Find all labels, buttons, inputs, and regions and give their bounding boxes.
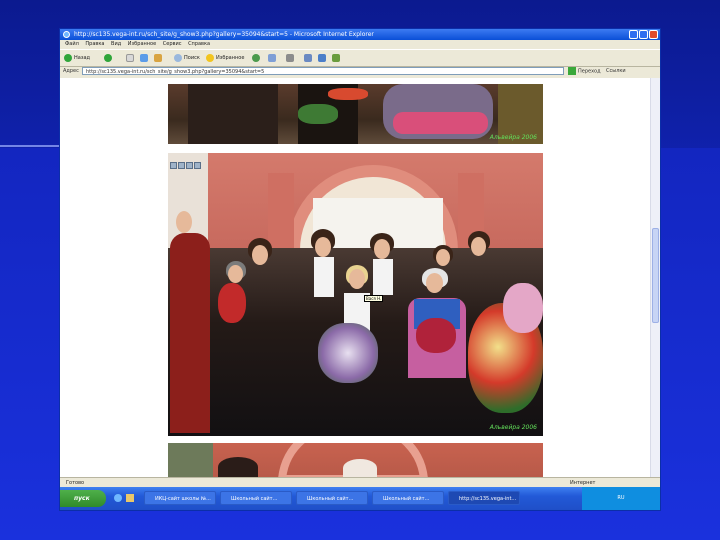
search-button[interactable]: Поиск [174,53,200,63]
close-icon[interactable] [649,30,658,39]
folder-quicklaunch-icon[interactable] [126,494,134,502]
image-tooltip: Вася Н. [364,295,384,302]
history-icon[interactable] [252,54,260,62]
back-arrow-icon [64,53,72,62]
discuss-icon[interactable] [318,54,326,62]
menu-bar: Файл Правка Вид Избранное Сервис Справка [60,40,660,49]
start-button[interactable]: пуск [60,490,106,507]
menu-edit[interactable]: Правка [85,41,104,47]
page-content: Альвейра 2006 Вася Н. Альвейра 2006 [60,78,660,477]
menu-file[interactable]: Файл [65,41,79,47]
address-label: Адрес [63,68,79,74]
taskbar-item[interactable]: Школьный сайт... [372,491,444,505]
slide-background: http://sc135.vega-int.ru/sch_site/g_show… [0,0,720,540]
home-icon[interactable] [154,54,162,62]
forward-icon[interactable] [104,54,112,62]
gallery-photo-bottom[interactable] [168,443,543,477]
star-icon [206,53,214,62]
browser-window: http://sc135.vega-int.ru/sch_site/g_show… [60,29,660,510]
gallery-photo-top[interactable]: Альвейра 2006 [168,84,543,144]
search-icon [174,53,182,62]
photo-caption: Альвейра 2006 [489,134,537,141]
address-bar: Адрес http://sc135.vega-int.ru/sch_site/… [60,66,660,77]
stop-icon[interactable] [126,54,134,62]
messenger-icon[interactable] [332,54,340,62]
taskbar-item[interactable]: ИКЦ-сайт школы №... [144,491,216,505]
menu-help[interactable]: Справка [188,41,210,47]
menu-view[interactable]: Вид [111,41,121,47]
ie-icon [63,31,70,38]
refresh-icon[interactable] [140,54,148,62]
links-button[interactable]: Ссылки [606,66,626,77]
image-toolbar [170,154,202,169]
photo-caption: Альвейра 2006 [489,424,537,431]
ie-quicklaunch-icon[interactable] [114,494,122,502]
print-icon[interactable] [286,54,294,62]
go-arrow-icon [568,67,576,75]
go-button[interactable]: Переход [568,67,601,76]
mail-icon[interactable] [268,54,276,62]
language-indicator[interactable]: RU [617,495,624,501]
favorites-button[interactable]: Избранное [206,53,244,63]
gallery-photo-main[interactable]: Вася Н. Альвейра 2006 [168,153,543,436]
toolbar: Назад Поиск Избранное [60,49,660,67]
save-image-icon[interactable] [170,162,177,169]
mail-image-icon[interactable] [186,162,193,169]
edit-icon[interactable] [304,54,312,62]
slide-accent-line [0,145,60,147]
maximize-icon[interactable] [639,30,648,39]
minimize-icon[interactable] [629,30,638,39]
back-button[interactable]: Назад [64,53,90,63]
scrollbar-thumb[interactable] [652,228,659,323]
address-input[interactable]: http://sc135.vega-int.ru/sch_site/g_show… [82,67,564,75]
taskbar: пуск ИКЦ-сайт школы №... Школьный сайт..… [60,487,660,510]
taskbar-item-active[interactable]: http://sc135.vega-int... [448,491,520,505]
taskbar-item[interactable]: Школьный сайт... [296,491,368,505]
my-pictures-icon[interactable] [194,162,201,169]
taskbar-item[interactable]: Школьный сайт... [220,491,292,505]
menu-tools[interactable]: Сервис [163,41,182,47]
title-bar[interactable]: http://sc135.vega-int.ru/sch_site/g_show… [60,29,660,40]
system-tray: RU [582,487,660,510]
print-image-icon[interactable] [178,162,185,169]
menu-favorites[interactable]: Избранное [128,41,156,47]
window-title: http://sc135.vega-int.ru/sch_site/g_show… [74,31,374,38]
vertical-scrollbar[interactable] [650,78,660,477]
